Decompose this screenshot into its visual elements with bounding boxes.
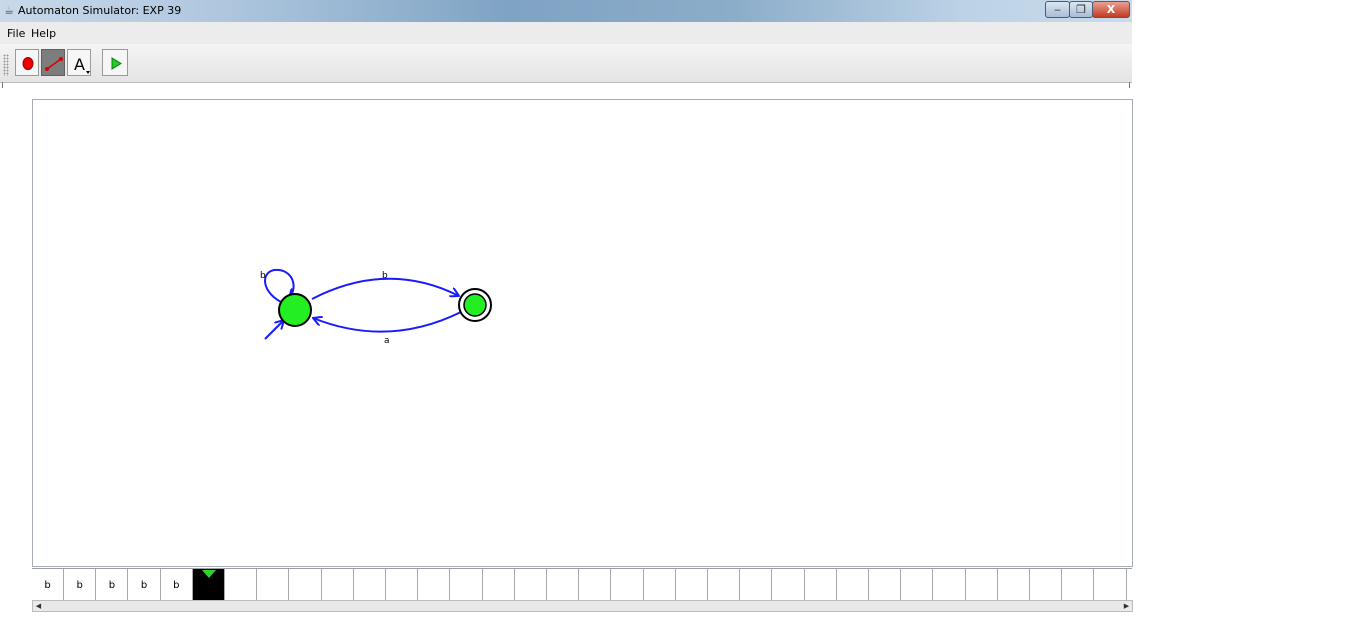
tape-cell[interactable] bbox=[708, 569, 741, 600]
tape-cell[interactable]: b bbox=[96, 569, 129, 600]
tape-cell[interactable] bbox=[579, 569, 612, 600]
transition-label-q0-q1: b bbox=[382, 271, 388, 281]
automaton-canvas[interactable]: b b a bbox=[32, 99, 1133, 567]
tape-cell-head[interactable] bbox=[193, 569, 225, 600]
maximize-button[interactable]: ❐ bbox=[1069, 1, 1093, 18]
menu-file[interactable]: File bbox=[7, 27, 25, 40]
tape-cell[interactable] bbox=[837, 569, 869, 600]
tape-cell[interactable] bbox=[515, 569, 547, 600]
tape-cell[interactable] bbox=[321, 569, 354, 600]
tape-cell[interactable] bbox=[611, 569, 644, 600]
transition-label-q1-q0: a bbox=[384, 336, 390, 346]
tape-cell[interactable] bbox=[450, 569, 483, 600]
add-state-button[interactable] bbox=[15, 49, 39, 76]
transition-q0-q1[interactable] bbox=[311, 277, 459, 300]
tape-cell[interactable] bbox=[869, 569, 902, 600]
tape-cell[interactable] bbox=[643, 569, 676, 600]
java-app-icon: ☕ bbox=[4, 4, 14, 17]
tape-cell[interactable] bbox=[901, 569, 934, 600]
label-tool-button[interactable]: A bbox=[67, 49, 91, 76]
tape-cell[interactable] bbox=[1062, 569, 1095, 600]
window-title: Automaton Simulator: EXP 39 bbox=[18, 4, 182, 17]
red-circle-icon bbox=[22, 57, 34, 70]
green-play-icon bbox=[111, 57, 122, 70]
tape-cell[interactable] bbox=[740, 569, 773, 600]
letter-a-icon: A bbox=[74, 55, 90, 74]
app-window: ☕ Automaton Simulator: EXP 39 ‒ ❐ X File… bbox=[0, 0, 1133, 632]
add-transition-button[interactable] bbox=[41, 49, 65, 76]
tape-cell[interactable]: b bbox=[160, 569, 193, 600]
minimize-button[interactable]: ‒ bbox=[1045, 1, 1070, 18]
tape-cell[interactable] bbox=[257, 569, 290, 600]
menu-help[interactable]: Help bbox=[31, 27, 56, 40]
transition-arrow-icon bbox=[45, 57, 63, 71]
transition-q1-q0[interactable] bbox=[313, 311, 462, 333]
scroll-right-arrow-icon[interactable]: ▶ bbox=[1122, 602, 1131, 611]
title-bar[interactable]: ☕ Automaton Simulator: EXP 39 ‒ ❐ X bbox=[0, 0, 1132, 22]
tape-cell[interactable] bbox=[386, 569, 419, 600]
close-button[interactable]: X bbox=[1092, 1, 1130, 18]
tape-cell[interactable] bbox=[998, 569, 1030, 600]
tape-cell[interactable] bbox=[289, 569, 322, 600]
tape-cell[interactable] bbox=[1094, 569, 1127, 600]
menu-bar: File Help bbox=[0, 22, 1132, 44]
state-q0[interactable] bbox=[278, 293, 312, 327]
tape-cell[interactable] bbox=[225, 569, 258, 600]
tape-cell[interactable] bbox=[965, 569, 998, 600]
tape: bbbbb bbox=[32, 568, 1132, 600]
label-tool-glyph: A bbox=[74, 55, 85, 74]
tape-scrollbar[interactable]: ◀ ▶ bbox=[32, 600, 1133, 612]
tape-head-marker-icon bbox=[202, 570, 216, 578]
tape-cell[interactable] bbox=[354, 569, 386, 600]
tape-cell[interactable] bbox=[676, 569, 708, 600]
tape-cell[interactable]: b bbox=[64, 569, 97, 600]
tape-cell[interactable] bbox=[482, 569, 515, 600]
tape-cell[interactable]: b bbox=[32, 569, 64, 600]
initial-state-arrow bbox=[264, 320, 284, 340]
tape-cell[interactable] bbox=[547, 569, 580, 600]
scroll-left-arrow-icon[interactable]: ◀ bbox=[34, 602, 43, 611]
tape-cell[interactable] bbox=[418, 569, 451, 600]
toolbar-separator bbox=[2, 82, 1130, 88]
tape-cell[interactable] bbox=[1126, 569, 1132, 600]
tape-cell[interactable] bbox=[1030, 569, 1063, 600]
automaton-diagram: b b a bbox=[260, 268, 492, 346]
run-button[interactable] bbox=[102, 49, 128, 76]
tape-cell[interactable] bbox=[772, 569, 805, 600]
tape-cell[interactable] bbox=[933, 569, 966, 600]
toolbar: A bbox=[0, 44, 1132, 83]
tape-cell[interactable]: b bbox=[128, 569, 161, 600]
transition-label-q0-q0: b bbox=[260, 271, 266, 281]
toolbar-grip[interactable] bbox=[3, 54, 9, 76]
tape-cell[interactable] bbox=[804, 569, 837, 600]
state-q1[interactable] bbox=[463, 293, 487, 317]
